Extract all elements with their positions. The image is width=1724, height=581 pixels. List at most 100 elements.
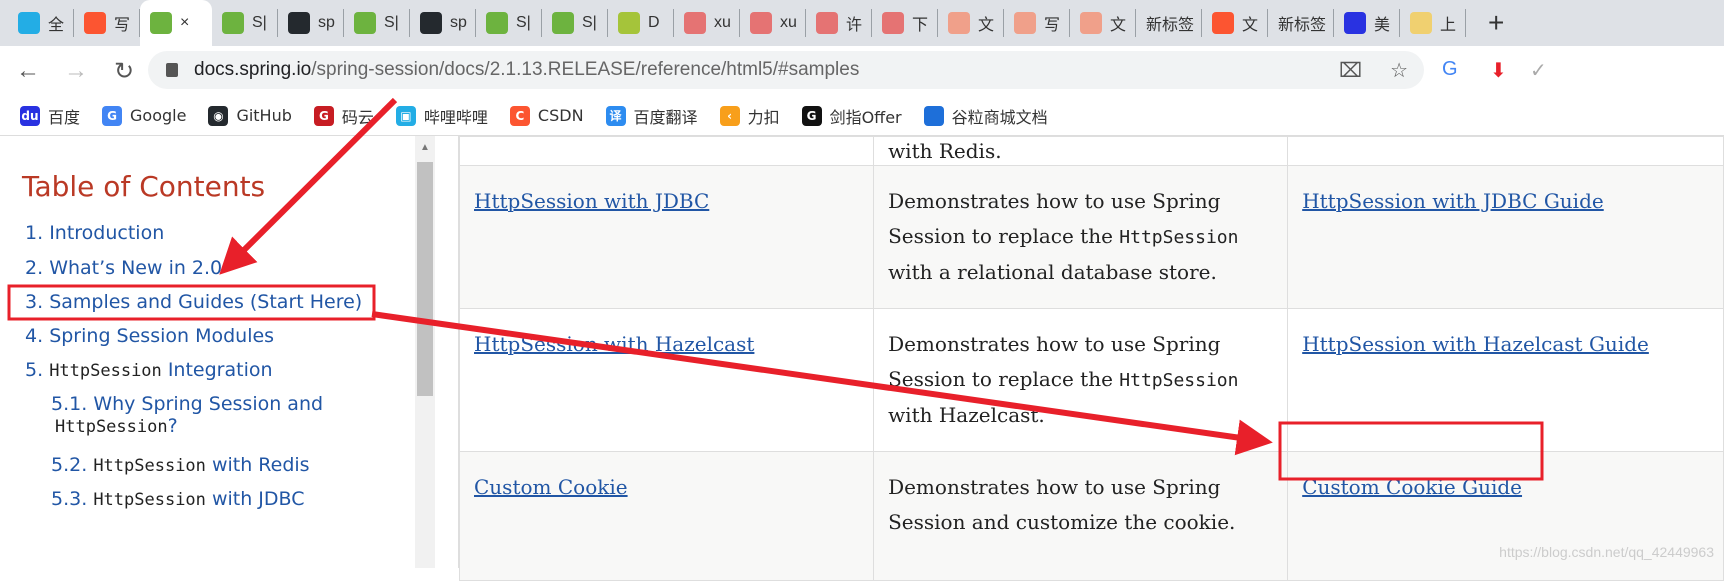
browser-tab[interactable]: 上 [1400, 9, 1466, 37]
baidu-icon: du [20, 105, 40, 126]
partial-description: with Redis. [888, 139, 1002, 163]
browser-tab[interactable]: 写 [1004, 9, 1070, 37]
tab-title: xu [714, 14, 731, 31]
tab-title: S| [384, 14, 399, 31]
bookmark-item[interactable]: ▣ 哔哩哔哩 [395, 104, 488, 128]
browser-tab[interactable]: xu [674, 9, 740, 37]
bookmark-item[interactable]: 谷粒商城文档 [923, 104, 1048, 128]
spring-icon [222, 12, 244, 34]
bookmark-item[interactable]: 译百度翻译 [605, 104, 698, 128]
tab-title: 写 [1044, 17, 1061, 34]
back-button[interactable]: ← [8, 57, 48, 85]
csdn-icon [948, 12, 970, 34]
sidebar-scrollbar[interactable]: ▲ [415, 136, 435, 568]
bookmark-item[interactable]: G Google [102, 105, 187, 126]
browser-tab[interactable]: S| [344, 9, 410, 37]
tab-title: S| [582, 14, 597, 31]
sample-link[interactable]: Custom Cookie [474, 475, 628, 499]
tab-title: S| [252, 14, 267, 31]
tab-title: D [648, 14, 660, 31]
bookmark-label: 码云 [341, 107, 374, 127]
browser-tab[interactable]: 写 [74, 9, 140, 37]
forward-button[interactable]: → [56, 57, 96, 85]
baidu-icon [1344, 12, 1366, 34]
browser-tab[interactable]: sp [278, 9, 344, 37]
toc-item[interactable]: 5.1. Why Spring Session and HttpSession? [51, 393, 323, 437]
github-icon [420, 12, 442, 34]
toc-item[interactable]: 5.2. HttpSession with Redis [51, 454, 310, 476]
bookmark-label: Google [130, 106, 187, 125]
tab-title: 上 [1440, 17, 1457, 34]
url-host: docs.spring.io [194, 59, 312, 80]
browser-tab[interactable]: 文 [938, 9, 1004, 37]
bookmark-item[interactable]: ‹ 力扣 [719, 104, 780, 128]
scroll-up-icon[interactable]: ▲ [420, 142, 430, 153]
toc-item[interactable]: 1. Introduction [25, 222, 164, 244]
browser-tab[interactable]: 许 [806, 9, 872, 37]
browser-tab[interactable]: 美 [1334, 9, 1400, 37]
sample-link[interactable]: HttpSession with JDBC [474, 189, 709, 213]
bookmark-label: GitHub [236, 106, 292, 125]
bilibili-icon [18, 12, 40, 34]
samples-table: with Redis. HttpSession with JDBC Demonst… [458, 136, 1724, 581]
gitee-icon [750, 12, 772, 34]
spring-icon [552, 12, 574, 34]
guide-link[interactable]: Custom Cookie Guide [1302, 475, 1522, 499]
gitee-icon: G [313, 105, 334, 126]
browser-tab[interactable]: sp [410, 9, 476, 37]
url-path: /spring-session/docs/2.1.13.RELEASE/refe… [311, 59, 860, 80]
browser-tab[interactable]: 文 [1202, 9, 1268, 37]
code-text: HttpSession [93, 456, 206, 476]
github-icon: ◉ [208, 105, 229, 126]
google-icon: G [102, 105, 123, 126]
meituan-icon [1410, 12, 1432, 34]
toc-item[interactable]: 5. HttpSession Integration [25, 359, 273, 381]
offer-icon: G [801, 105, 822, 126]
tab-title: 新标签 [1146, 17, 1195, 34]
browser-tab[interactable]: × [140, 0, 212, 46]
csdn-icon [1080, 12, 1102, 34]
bookmark-item[interactable]: ◉ GitHub [208, 105, 292, 126]
tab-title: 文 [1242, 17, 1259, 34]
address-bar[interactable]: docs.spring.io/spring-session/docs/2.1.1… [148, 51, 1424, 89]
toc-item[interactable]: 5.3. HttpSession with JDBC [51, 488, 305, 510]
spring-leaf-icon [618, 12, 640, 34]
spring-icon [354, 12, 376, 34]
tab-title: 新标签 [1278, 17, 1327, 34]
scrollbar-thumb[interactable] [417, 162, 433, 396]
browser-tab[interactable]: S| [542, 9, 608, 37]
sample-link[interactable]: HttpSession with Hazelcast [474, 332, 754, 356]
bookmark-item[interactable]: du 百度 [20, 104, 80, 128]
browser-tab[interactable]: S| [476, 9, 542, 37]
extension-icon[interactable]: ⬇ [1490, 58, 1507, 83]
browser-tab[interactable]: 全 [8, 9, 74, 37]
doc-icon [923, 105, 944, 126]
toc-item[interactable]: 4. Spring Session Modules [25, 325, 274, 347]
guide-link[interactable]: HttpSession with Hazelcast Guide [1302, 332, 1649, 356]
reload-button[interactable]: ↻ [104, 57, 144, 86]
tab-title: sp [450, 14, 467, 31]
translate-icon: 译 [605, 105, 626, 126]
bookmark-star-icon[interactable]: ☆ [1390, 58, 1408, 83]
browser-tab[interactable]: xu [740, 9, 806, 37]
bookmark-item[interactable]: C CSDN [509, 105, 584, 126]
bookmark-item[interactable]: G 码云 [313, 104, 374, 128]
browser-tab[interactable]: D [608, 9, 674, 37]
bookmarks-bar: du 百度 G Google ◉ GitHub G 码云 ▣ 哔哩哔哩 C CSDN 译百度翻译 ‹ 力扣 G… [0, 96, 1724, 136]
browser-tab[interactable]: 下 [872, 9, 938, 37]
tab-title: 许 [846, 17, 863, 34]
browser-tab[interactable]: 文 [1070, 9, 1136, 37]
browser-tab[interactable]: S| [212, 9, 278, 37]
bookmark-label: CSDN [537, 106, 584, 125]
toc-item[interactable]: 2. What’s New in 2.0 [25, 257, 222, 279]
new-tab-button[interactable]: + [1488, 7, 1504, 39]
check-extension-icon[interactable]: ✓ [1530, 58, 1547, 83]
google-translate-extension-icon[interactable]: G [1442, 58, 1458, 81]
csdn-icon [1014, 12, 1036, 34]
guide-link[interactable]: HttpSession with JDBC Guide [1302, 189, 1604, 213]
browser-tab[interactable]: 新标签 [1268, 9, 1334, 37]
toc-item[interactable]: 3. Samples and Guides (Start Here) [25, 291, 362, 313]
translate-icon[interactable]: ⌧ [1339, 58, 1362, 83]
bookmark-item[interactable]: G 剑指Offer [801, 104, 902, 128]
browser-tab[interactable]: 新标签 [1136, 9, 1202, 37]
